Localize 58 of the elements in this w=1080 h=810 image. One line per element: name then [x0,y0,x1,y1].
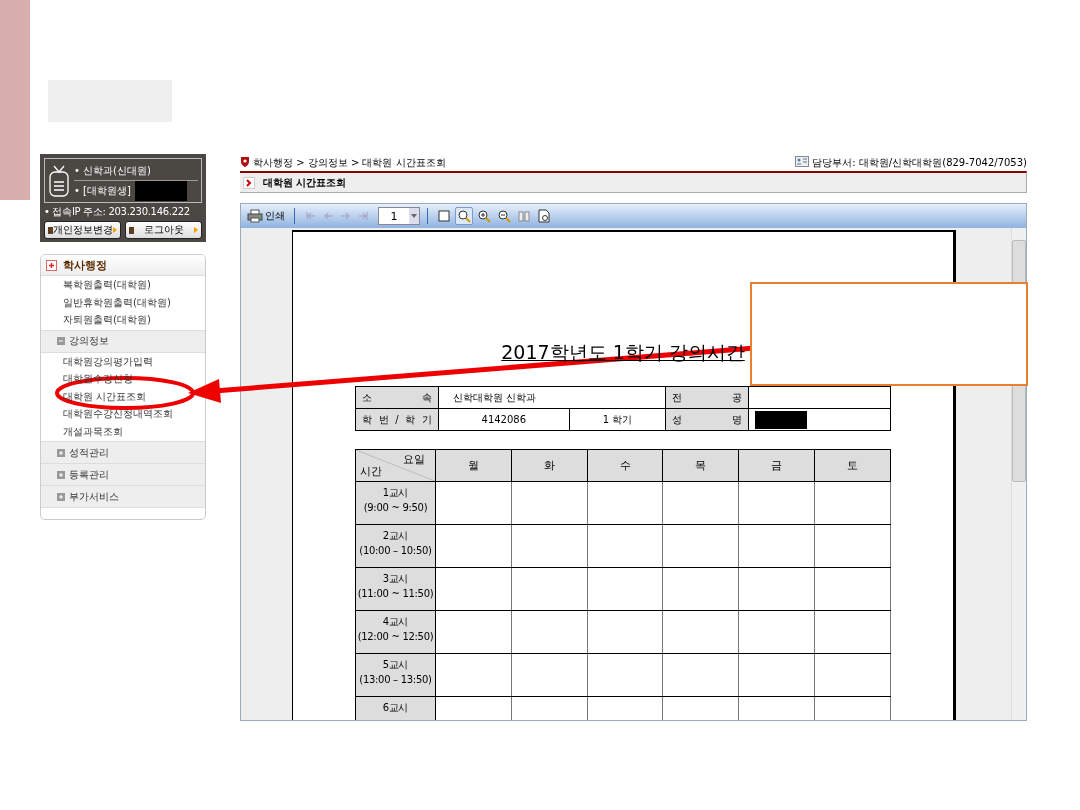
page-number-field[interactable]: 1 [378,207,420,225]
department-text: • 신학과(신대원) [74,163,151,178]
ip-address-text: • 접속IP 주소: 203.230.146.222 [44,205,191,219]
menu-item[interactable]: 일반휴학원출력(대학원) [63,296,171,308]
column-heading: 수 [587,449,663,482]
plus-box-icon [57,470,65,479]
menu-section[interactable]: 성적관리 [41,442,205,464]
menu-item[interactable]: 대학원수강신청내역조회 [63,408,173,419]
role-text: • [대학원생] [74,183,131,198]
menu-item[interactable]: 대학원강의평가입력 [63,355,153,367]
contact-text: 담당부서: 대학원/신학대학원(829-7042/7053) [812,155,1027,170]
breadcrumb: 학사행정 > 강의정보 > 대학원 시간표조회 [253,155,446,170]
menu-item[interactable]: 대학원 시간표조회 [63,390,147,402]
period-heading: 3교시 (11:00 ~ 11:50) [355,567,436,611]
column-heading: 요일 [402,452,425,467]
field-label: 학 번 / 학 기 [355,408,439,431]
column-heading: 금 [738,449,815,482]
menu-section[interactable]: 등록관리 [41,464,205,486]
redaction-block [134,180,187,201]
column-heading: 토 [814,449,891,482]
column-heading: 목 [662,449,739,482]
field-label: 소 속 [355,386,439,409]
panel-button[interactable]: 로그아웃 [125,221,202,239]
page-icon[interactable] [435,207,453,225]
magnifier-icon[interactable] [455,207,473,225]
page-preview-icon[interactable] [535,207,553,225]
menu-section[interactable]: 강의정보 [41,330,205,353]
field-label: 전 공 [665,386,749,409]
plus-box-icon [57,448,65,457]
chevron-icon [243,176,255,189]
menu-item[interactable]: 복학원출력(대학원) [63,279,151,290]
field-value: 4142086 [438,408,570,431]
field-value: 1 학기 [569,408,666,431]
column-heading: 화 [511,449,588,482]
minus-box-icon [57,337,65,345]
page-title: 대학원 시간표조회 [263,175,347,190]
menu-section[interactable]: 부가서비스 [41,486,205,508]
zoom-in-icon[interactable] [475,207,493,225]
zoom-out-icon[interactable] [495,207,513,225]
period-heading: 2교시 (10:00 – 10:50) [355,524,436,568]
plus-icon [46,259,57,271]
period-heading: 6교시 [355,696,436,720]
id-badge-icon [48,163,70,198]
print-button[interactable]: 인쇄 [245,209,287,223]
field-value: 신학대학원 신학과 [438,386,666,409]
period-heading: 4교시 (12:00 ~ 12:50) [355,610,436,654]
column-heading: 월 [435,449,512,482]
panel-button[interactable]: 개인정보변경 [44,221,121,239]
menu-item[interactable]: 개설과목조회 [63,425,123,437]
plus-box-icon [57,492,65,501]
shield-icon [240,156,250,169]
contact-card-icon [795,156,810,169]
menu-item[interactable]: 자퇴원출력(대학원) [63,314,151,325]
row-heading: 시간 [360,464,382,479]
menu-header[interactable]: 학사행정 [41,255,205,276]
period-heading: 1교시 (9:00 ~ 9:50) [355,481,436,525]
dropdown-icon [409,208,419,224]
period-heading: 5교시 (13:00 – 13:50) [355,653,436,697]
